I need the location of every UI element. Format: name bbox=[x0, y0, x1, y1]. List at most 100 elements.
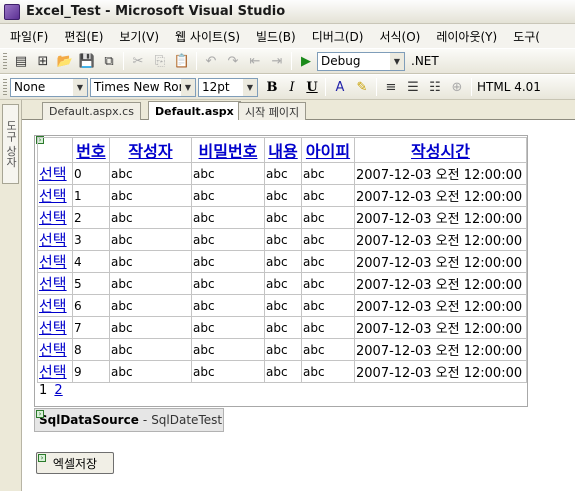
cell-ip: abc bbox=[301, 162, 355, 185]
doctype-field[interactable]: HTML 4.01 bbox=[475, 78, 541, 97]
toolbar-separator bbox=[123, 52, 124, 70]
cell-content: abc bbox=[264, 294, 302, 317]
save-all-icon[interactable]: ⧉ bbox=[99, 51, 119, 71]
save-icon[interactable]: 💾 bbox=[77, 51, 97, 71]
cell-password: abc bbox=[191, 338, 265, 361]
header-select bbox=[37, 137, 73, 163]
doctype-value: HTML 4.01 bbox=[477, 80, 541, 94]
redo-icon[interactable]: ↷ bbox=[223, 51, 243, 71]
menu-build[interactable]: 빌드(B) bbox=[250, 28, 302, 45]
start-debug-icon[interactable]: ▶ bbox=[296, 51, 316, 71]
menu-bar: 파일(F) 편집(E) 보기(V) 웹 사이트(S) 빌드(B) 디버그(D) … bbox=[0, 24, 575, 48]
font-color-icon[interactable]: A bbox=[330, 77, 350, 97]
bold-button[interactable]: B bbox=[262, 77, 282, 97]
cell-content: abc bbox=[264, 162, 302, 185]
navigate-forward-icon[interactable]: ⇥ bbox=[267, 51, 287, 71]
header-created[interactable]: 작성시간 bbox=[354, 137, 527, 163]
toolbar-grip[interactable] bbox=[3, 53, 7, 69]
bulleted-list-icon[interactable]: ☷ bbox=[425, 77, 445, 97]
solution-config-dropdown[interactable]: Debug ▼ bbox=[317, 51, 405, 71]
toolbar-grip[interactable] bbox=[3, 79, 7, 95]
header-writer[interactable]: 작성자 bbox=[109, 137, 192, 163]
header-id[interactable]: 번호 bbox=[72, 137, 110, 163]
select-link[interactable]: 선택 bbox=[39, 275, 67, 293]
select-cell: 선택 bbox=[37, 206, 73, 229]
numbered-list-icon[interactable]: ☰ bbox=[403, 77, 423, 97]
select-link[interactable]: 선택 bbox=[39, 165, 67, 183]
tab-default-aspx-cs[interactable]: Default.aspx.cs bbox=[42, 102, 141, 120]
tab-default-aspx[interactable]: Default.aspx bbox=[148, 101, 241, 121]
italic-button[interactable]: I bbox=[282, 77, 302, 97]
undo-icon[interactable]: ↶ bbox=[201, 51, 221, 71]
cut-icon[interactable]: ✂ bbox=[128, 51, 148, 71]
open-folder-icon[interactable]: 📂 bbox=[55, 51, 75, 71]
table-row: 선택 2 abc abc abc abc 2007-12-03 오전 12:00:00 bbox=[37, 206, 527, 229]
menu-file[interactable]: 파일(F) bbox=[4, 28, 54, 45]
header-content[interactable]: 내용 bbox=[264, 137, 302, 163]
menu-tools[interactable]: 도구( bbox=[507, 28, 546, 45]
gridview[interactable]: 번호 작성자 비밀번호 내용 아이피 작성시간 선택 0 abc abc abc abc 2… bbox=[34, 135, 528, 407]
tab-label: 시작 페이지 bbox=[245, 105, 300, 119]
menu-layout[interactable]: 레이아웃(Y) bbox=[430, 28, 503, 45]
highlight-icon[interactable]: ✎ bbox=[352, 77, 372, 97]
cell-writer: abc bbox=[109, 360, 192, 383]
hyperlink-icon[interactable]: ⊕ bbox=[447, 77, 467, 97]
select-link[interactable]: 선택 bbox=[39, 253, 67, 271]
menu-website[interactable]: 웹 사이트(S) bbox=[169, 28, 246, 45]
new-project-icon[interactable]: ▤ bbox=[11, 51, 31, 71]
menu-format[interactable]: 서식(O) bbox=[373, 28, 426, 45]
tab-start-page[interactable]: 시작 페이지 bbox=[238, 102, 307, 120]
select-link[interactable]: 선택 bbox=[39, 187, 67, 205]
select-cell: 선택 bbox=[37, 272, 73, 295]
pager-link[interactable]: 2 bbox=[54, 383, 62, 398]
underline-button[interactable]: U bbox=[302, 77, 322, 97]
sqldatasource-control[interactable]: › SqlDataSource - SqlDateTest bbox=[34, 408, 224, 432]
cell-content: abc bbox=[264, 360, 302, 383]
paste-icon[interactable]: 📋 bbox=[172, 51, 192, 71]
cell-content: abc bbox=[264, 316, 302, 339]
font-size-dropdown[interactable]: 12pt ▼ bbox=[198, 77, 258, 97]
cell-ip: abc bbox=[301, 294, 355, 317]
cell-content: abc bbox=[264, 228, 302, 251]
excel-save-button[interactable]: › 엑셀저장 bbox=[36, 452, 114, 474]
select-link[interactable]: 선택 bbox=[39, 209, 67, 227]
font-name-dropdown[interactable]: Times New Ror ▼ bbox=[90, 77, 196, 97]
menu-view[interactable]: 보기(V) bbox=[113, 28, 165, 45]
platform-field[interactable]: .NET bbox=[409, 52, 479, 71]
cell-id: 5 bbox=[72, 272, 110, 295]
header-password[interactable]: 비밀번호 bbox=[191, 137, 265, 163]
add-item-icon[interactable]: ⊞ bbox=[33, 51, 53, 71]
menu-edit[interactable]: 편집(E) bbox=[58, 28, 109, 45]
visual-studio-icon bbox=[4, 3, 20, 20]
title-bar: Excel_Test - Microsoft Visual Studio bbox=[0, 0, 575, 24]
chevron-down-icon: ▼ bbox=[390, 52, 404, 70]
navigate-back-icon[interactable]: ⇤ bbox=[245, 51, 265, 71]
cell-id: 8 bbox=[72, 338, 110, 361]
select-link[interactable]: 선택 bbox=[39, 363, 67, 381]
block-format-dropdown[interactable]: None ▼ bbox=[10, 77, 88, 97]
font-size-value: 12pt bbox=[202, 80, 230, 94]
tab-label: Default.aspx.cs bbox=[49, 105, 134, 118]
cell-password: abc bbox=[191, 206, 265, 229]
select-link[interactable]: 선택 bbox=[39, 297, 67, 315]
select-link[interactable]: 선택 bbox=[39, 319, 67, 337]
grid-table: 번호 작성자 비밀번호 내용 아이피 작성시간 선택 0 abc abc abc abc 2… bbox=[37, 137, 527, 383]
cell-content: abc bbox=[264, 250, 302, 273]
toolbox-strip: 도구 상자 bbox=[0, 100, 22, 491]
toolbar-separator bbox=[291, 52, 292, 70]
menu-debug[interactable]: 디버그(D) bbox=[306, 28, 370, 45]
pager-current: 1 bbox=[39, 383, 48, 398]
italic-label: I bbox=[289, 79, 295, 95]
toolbox-tab[interactable]: 도구 상자 bbox=[2, 104, 19, 184]
cell-writer: abc bbox=[109, 272, 192, 295]
design-surface[interactable]: › 번호 작성자 비밀번호 내용 아이피 작성시간 선택 0 abc abc abc ab… bbox=[22, 120, 575, 491]
cell-writer: abc bbox=[109, 206, 192, 229]
table-row: 선택 0 abc abc abc abc 2007-12-03 오전 12:00:00 bbox=[37, 162, 527, 185]
justify-icon[interactable]: ≡ bbox=[381, 77, 401, 97]
cell-writer: abc bbox=[109, 316, 192, 339]
select-link[interactable]: 선택 bbox=[39, 341, 67, 359]
copy-icon[interactable]: ⎘ bbox=[150, 51, 170, 71]
header-ip[interactable]: 아이피 bbox=[301, 137, 355, 163]
select-link[interactable]: 선택 bbox=[39, 231, 67, 249]
cell-created: 2007-12-03 오전 12:00:00 bbox=[354, 184, 527, 207]
